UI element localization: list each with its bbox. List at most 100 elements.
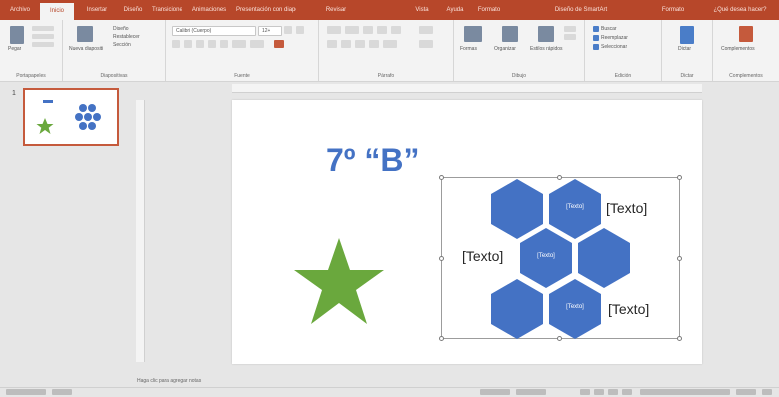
tab-format[interactable]: Formato — [474, 4, 504, 16]
notes-pane[interactable]: Haga clic para agregar notas — [0, 376, 779, 386]
star-shape[interactable] — [292, 236, 386, 326]
smartart-label-top-right[interactable]: [Texto] — [606, 200, 647, 216]
fit-slide-icon[interactable] — [762, 389, 772, 395]
format-painter-button[interactable] — [32, 42, 54, 47]
group-label-drawing: Dibujo — [511, 73, 527, 79]
microphone-icon[interactable] — [680, 26, 694, 44]
tab-view[interactable]: Vista — [408, 4, 436, 16]
group-label-voice: Dictar — [680, 73, 694, 79]
select-icon — [593, 44, 599, 50]
resize-handle-left[interactable] — [439, 256, 444, 261]
font-size-dropdown[interactable]: 12+ — [258, 26, 282, 36]
resize-handle-bottom-left[interactable] — [439, 336, 444, 341]
tell-me-search[interactable]: ¿Qué desea hacer? — [710, 4, 770, 16]
smartart-label-bottom-right[interactable]: [Texto] — [608, 301, 649, 317]
section-button[interactable]: Sección — [113, 42, 131, 48]
bold-button[interactable] — [172, 40, 180, 48]
horizontal-ruler[interactable] — [232, 84, 702, 93]
font-color-button[interactable] — [274, 40, 284, 48]
tab-review[interactable]: Revisar — [300, 4, 372, 16]
slide-sorter-icon[interactable] — [594, 389, 604, 395]
arrange-label: Organizar — [494, 46, 516, 52]
shapes-label: Formas — [460, 46, 477, 52]
paste-icon[interactable] — [10, 26, 24, 44]
arrange-icon[interactable] — [502, 26, 518, 42]
select-button[interactable]: Seleccionar — [601, 44, 627, 50]
strikethrough-button[interactable] — [220, 40, 228, 48]
find-button[interactable]: Buscar — [601, 26, 617, 32]
line-spacing-button[interactable] — [391, 26, 401, 34]
bullets-button[interactable] — [327, 26, 341, 34]
thumbnail-number: 1 — [12, 90, 16, 97]
group-label-slides: Diapositivas — [100, 73, 128, 79]
shapes-icon[interactable] — [464, 26, 482, 42]
resize-handle-top-left[interactable] — [439, 175, 444, 180]
zoom-slider[interactable] — [640, 389, 730, 395]
increase-indent-button[interactable] — [377, 26, 387, 34]
tab-smartart-design[interactable]: Diseño de SmartArt — [548, 4, 614, 16]
group-label-editing: Edición — [614, 73, 632, 79]
group-clipboard: Pegar Portapapeles — [0, 20, 63, 81]
reset-button[interactable]: Restablecer — [113, 34, 140, 40]
char-spacing-button[interactable] — [232, 40, 246, 48]
language-indicator[interactable] — [52, 389, 72, 395]
italic-button[interactable] — [184, 40, 192, 48]
comments-toggle[interactable] — [516, 389, 546, 395]
align-center-button[interactable] — [341, 40, 351, 48]
new-slide-label: Nueva diapositiva — [69, 46, 103, 52]
shrink-font-button[interactable] — [296, 26, 304, 34]
slideshow-icon[interactable] — [622, 389, 632, 395]
vertical-ruler[interactable] — [136, 100, 145, 362]
group-paragraph: Párrafo — [319, 20, 454, 81]
hexagon-text: [Texto] — [566, 304, 584, 310]
change-case-button[interactable] — [250, 40, 264, 48]
tab-insert[interactable]: Insertar — [80, 4, 114, 16]
align-left-button[interactable] — [327, 40, 337, 48]
font-name-dropdown[interactable]: Calibri (Cuerpo) — [172, 26, 256, 36]
layout-button[interactable]: Diseño — [113, 26, 129, 32]
tab-help[interactable]: Ayuda — [440, 4, 470, 16]
grow-font-button[interactable] — [284, 26, 292, 34]
decrease-indent-button[interactable] — [363, 26, 373, 34]
align-right-button[interactable] — [355, 40, 365, 48]
text-direction-button[interactable] — [419, 26, 433, 34]
hexagon-text: [Texto] — [537, 253, 555, 259]
cut-button[interactable] — [32, 26, 54, 31]
slide-thumbnail[interactable] — [23, 88, 119, 146]
tab-animations[interactable]: Animaciones — [186, 4, 232, 16]
normal-view-icon[interactable] — [580, 389, 590, 395]
replace-button[interactable]: Reemplazar — [601, 35, 628, 41]
slide-counter — [6, 389, 46, 395]
smartart-label-middle-left[interactable]: [Texto] — [462, 248, 503, 264]
addins-icon[interactable] — [739, 26, 753, 42]
smartart-hexagon[interactable]: [Texto] — [548, 278, 602, 340]
reading-view-icon[interactable] — [608, 389, 618, 395]
tab-design[interactable]: Diseño — [118, 4, 148, 16]
tab-smartart-format[interactable]: Formato — [656, 4, 690, 16]
smartart-hexagon[interactable] — [490, 278, 544, 340]
resize-handle-top-right[interactable] — [677, 175, 682, 180]
shadow-button[interactable] — [208, 40, 216, 48]
resize-handle-right[interactable] — [677, 256, 682, 261]
find-icon — [593, 26, 599, 32]
quick-styles-icon[interactable] — [538, 26, 554, 42]
slide-title[interactable]: 7º “B” — [326, 142, 419, 179]
copy-button[interactable] — [32, 34, 54, 39]
font-size-value: 12+ — [262, 28, 271, 34]
tab-slideshow[interactable]: Presentación con diapositivas — [236, 4, 296, 16]
convert-smartart-button[interactable] — [419, 40, 433, 48]
group-drawing: Formas Organizar Estilos rápidos Dibujo — [454, 20, 585, 81]
tab-home[interactable]: Inicio — [40, 3, 74, 20]
tab-file[interactable]: Archivo — [4, 4, 36, 16]
resize-handle-bottom-right[interactable] — [677, 336, 682, 341]
numbering-button[interactable] — [345, 26, 359, 34]
shape-fill-button[interactable] — [564, 26, 576, 32]
underline-button[interactable] — [196, 40, 204, 48]
zoom-level[interactable] — [736, 389, 756, 395]
new-slide-icon[interactable] — [77, 26, 93, 42]
notes-toggle[interactable] — [480, 389, 510, 395]
columns-button[interactable] — [383, 40, 397, 48]
justify-button[interactable] — [369, 40, 379, 48]
tab-transitions[interactable]: Transiciones — [152, 4, 182, 16]
shape-outline-button[interactable] — [564, 34, 576, 40]
